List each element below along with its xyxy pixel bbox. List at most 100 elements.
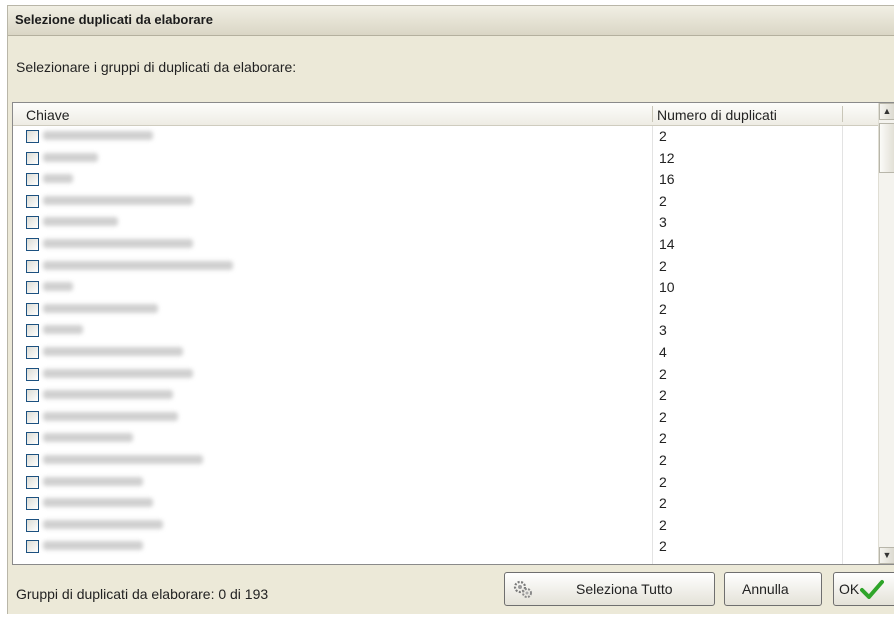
row-checkbox[interactable]: [26, 453, 39, 467]
table-row[interactable]: 2: [13, 191, 879, 213]
table-row[interactable]: 2: [13, 126, 879, 148]
row-checkbox[interactable]: [26, 367, 39, 381]
table-row[interactable]: 2: [13, 428, 879, 450]
redacted-key: [43, 476, 143, 486]
redacted-key: [43, 325, 83, 335]
redacted-key: [43, 282, 73, 292]
duplicate-count: 3: [659, 214, 667, 231]
duplicate-count: 2: [659, 516, 667, 533]
redacted-key: [43, 303, 158, 313]
scroll-down-button[interactable]: ▼: [879, 547, 894, 564]
redacted-key: [43, 195, 193, 205]
duplicate-count: 2: [659, 408, 667, 425]
redacted-key: [43, 238, 193, 248]
row-checkbox[interactable]: [26, 173, 39, 187]
row-checkbox[interactable]: [26, 151, 39, 165]
duplicates-dialog: Selezione duplicati da elaborare Selezio…: [7, 5, 894, 614]
table-row[interactable]: 16: [13, 169, 879, 191]
select-all-button[interactable]: Seleziona Tutto: [504, 572, 715, 606]
gears-icon: [513, 580, 532, 598]
table-row[interactable]: 3: [13, 212, 879, 234]
cancel-label: Annulla: [742, 581, 789, 597]
table-row[interactable]: 2: [13, 299, 879, 321]
table-row[interactable]: 4: [13, 342, 879, 364]
duplicate-count: 2: [659, 257, 667, 274]
row-checkbox[interactable]: [26, 518, 39, 532]
duplicate-count: 2: [659, 192, 667, 209]
row-checkbox[interactable]: [26, 324, 39, 338]
scroll-thumb[interactable]: [879, 123, 894, 173]
row-checkbox[interactable]: [26, 475, 39, 489]
table-row[interactable]: 2: [13, 536, 879, 558]
table-row[interactable]: 2: [13, 385, 879, 407]
row-checkbox[interactable]: [26, 216, 39, 230]
table-row[interactable]: 2: [13, 364, 879, 386]
table-row[interactable]: 12: [13, 148, 879, 170]
table-row[interactable]: 3: [13, 320, 879, 342]
redacted-key: [43, 519, 163, 529]
table-row[interactable]: 14: [13, 234, 879, 256]
duplicate-count: 2: [659, 365, 667, 382]
row-checkbox[interactable]: [26, 302, 39, 316]
redacted-key: [43, 260, 233, 270]
select-all-label: Seleziona Tutto: [576, 581, 673, 597]
table-row[interactable]: 2: [13, 256, 879, 278]
checkmark-icon: [860, 580, 884, 599]
cancel-button[interactable]: Annulla: [724, 572, 822, 606]
row-checkbox[interactable]: [26, 540, 39, 554]
table-row[interactable]: 2: [13, 450, 879, 472]
ok-button[interactable]: OK: [833, 572, 894, 606]
vertical-scrollbar[interactable]: ▲ ▼: [878, 103, 894, 564]
duplicate-count: 2: [659, 495, 667, 512]
table-row[interactable]: 10: [13, 277, 879, 299]
row-checkbox[interactable]: [26, 345, 39, 359]
duplicate-count: 2: [659, 387, 667, 404]
column-header-count[interactable]: Numero di duplicati: [657, 107, 777, 123]
column-header-key[interactable]: Chiave: [26, 107, 70, 123]
redacted-key: [43, 174, 73, 184]
redacted-key: [43, 541, 143, 551]
redacted-key: [43, 217, 118, 227]
duplicate-count: 2: [659, 473, 667, 490]
column-separator[interactable]: [842, 106, 843, 122]
duplicate-count: 10: [659, 279, 675, 296]
table-header: Chiave Numero di duplicati: [13, 103, 894, 126]
table-row[interactable]: 2: [13, 472, 879, 494]
table-row[interactable]: 2: [13, 407, 879, 429]
row-checkbox[interactable]: [26, 497, 39, 511]
status-text: Gruppi di duplicati da elaborare: 0 di 1…: [16, 586, 269, 602]
redacted-key: [43, 346, 183, 356]
row-checkbox[interactable]: [26, 281, 39, 295]
duplicate-count: 2: [659, 538, 667, 555]
row-checkbox[interactable]: [26, 194, 39, 208]
scroll-up-button[interactable]: ▲: [879, 103, 894, 120]
redacted-key: [43, 390, 173, 400]
duplicate-count: 14: [659, 235, 675, 252]
redacted-key: [43, 498, 153, 508]
instruction-label: Selezionare i gruppi di duplicati da ela…: [16, 59, 297, 75]
title-bar: Selezione duplicati da elaborare: [8, 6, 894, 36]
redacted-key: [43, 433, 133, 443]
duplicate-count: 2: [659, 128, 667, 144]
row-checkbox[interactable]: [26, 389, 39, 403]
redacted-key: [43, 152, 98, 162]
table-row[interactable]: 2: [13, 493, 879, 515]
table-row[interactable]: 2: [13, 515, 879, 537]
redacted-key: [43, 131, 153, 140]
duplicate-count: 4: [659, 343, 667, 360]
row-checkbox[interactable]: [26, 410, 39, 424]
window-title: Selezione duplicati da elaborare: [15, 12, 213, 27]
ok-label: OK: [839, 581, 860, 597]
row-checkbox[interactable]: [26, 130, 39, 143]
row-checkbox[interactable]: [26, 432, 39, 446]
duplicate-count: 2: [659, 451, 667, 468]
duplicate-count: 2: [659, 430, 667, 447]
row-checkbox[interactable]: [26, 237, 39, 251]
duplicate-count: 2: [659, 300, 667, 317]
redacted-key: [43, 368, 193, 378]
redacted-key: [43, 411, 178, 421]
row-checkbox[interactable]: [26, 259, 39, 273]
duplicate-count: 16: [659, 171, 675, 188]
table-body: 2 12 16 2 3 14 2 10 2 3 4 2 2 2 2 2 2 2 2 2: [13, 126, 879, 558]
column-separator[interactable]: [652, 106, 653, 122]
